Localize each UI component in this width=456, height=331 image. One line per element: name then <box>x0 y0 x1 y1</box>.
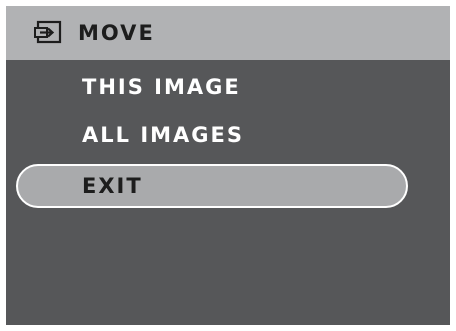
menu-title: MOVE <box>78 21 155 45</box>
menu-item-label: THIS IMAGE <box>82 75 241 99</box>
menu-header: MOVE <box>6 6 450 60</box>
menu-item-label: EXIT <box>82 174 143 198</box>
camera-menu-screen: MOVE THIS IMAGE ALL IMAGES EXIT <box>6 6 450 325</box>
menu-item-exit[interactable]: EXIT <box>16 164 408 208</box>
move-icon <box>34 20 64 46</box>
menu-item-this-image[interactable]: THIS IMAGE <box>16 65 408 109</box>
menu-item-label: ALL IMAGES <box>82 123 244 147</box>
menu-item-all-images[interactable]: ALL IMAGES <box>16 113 408 157</box>
